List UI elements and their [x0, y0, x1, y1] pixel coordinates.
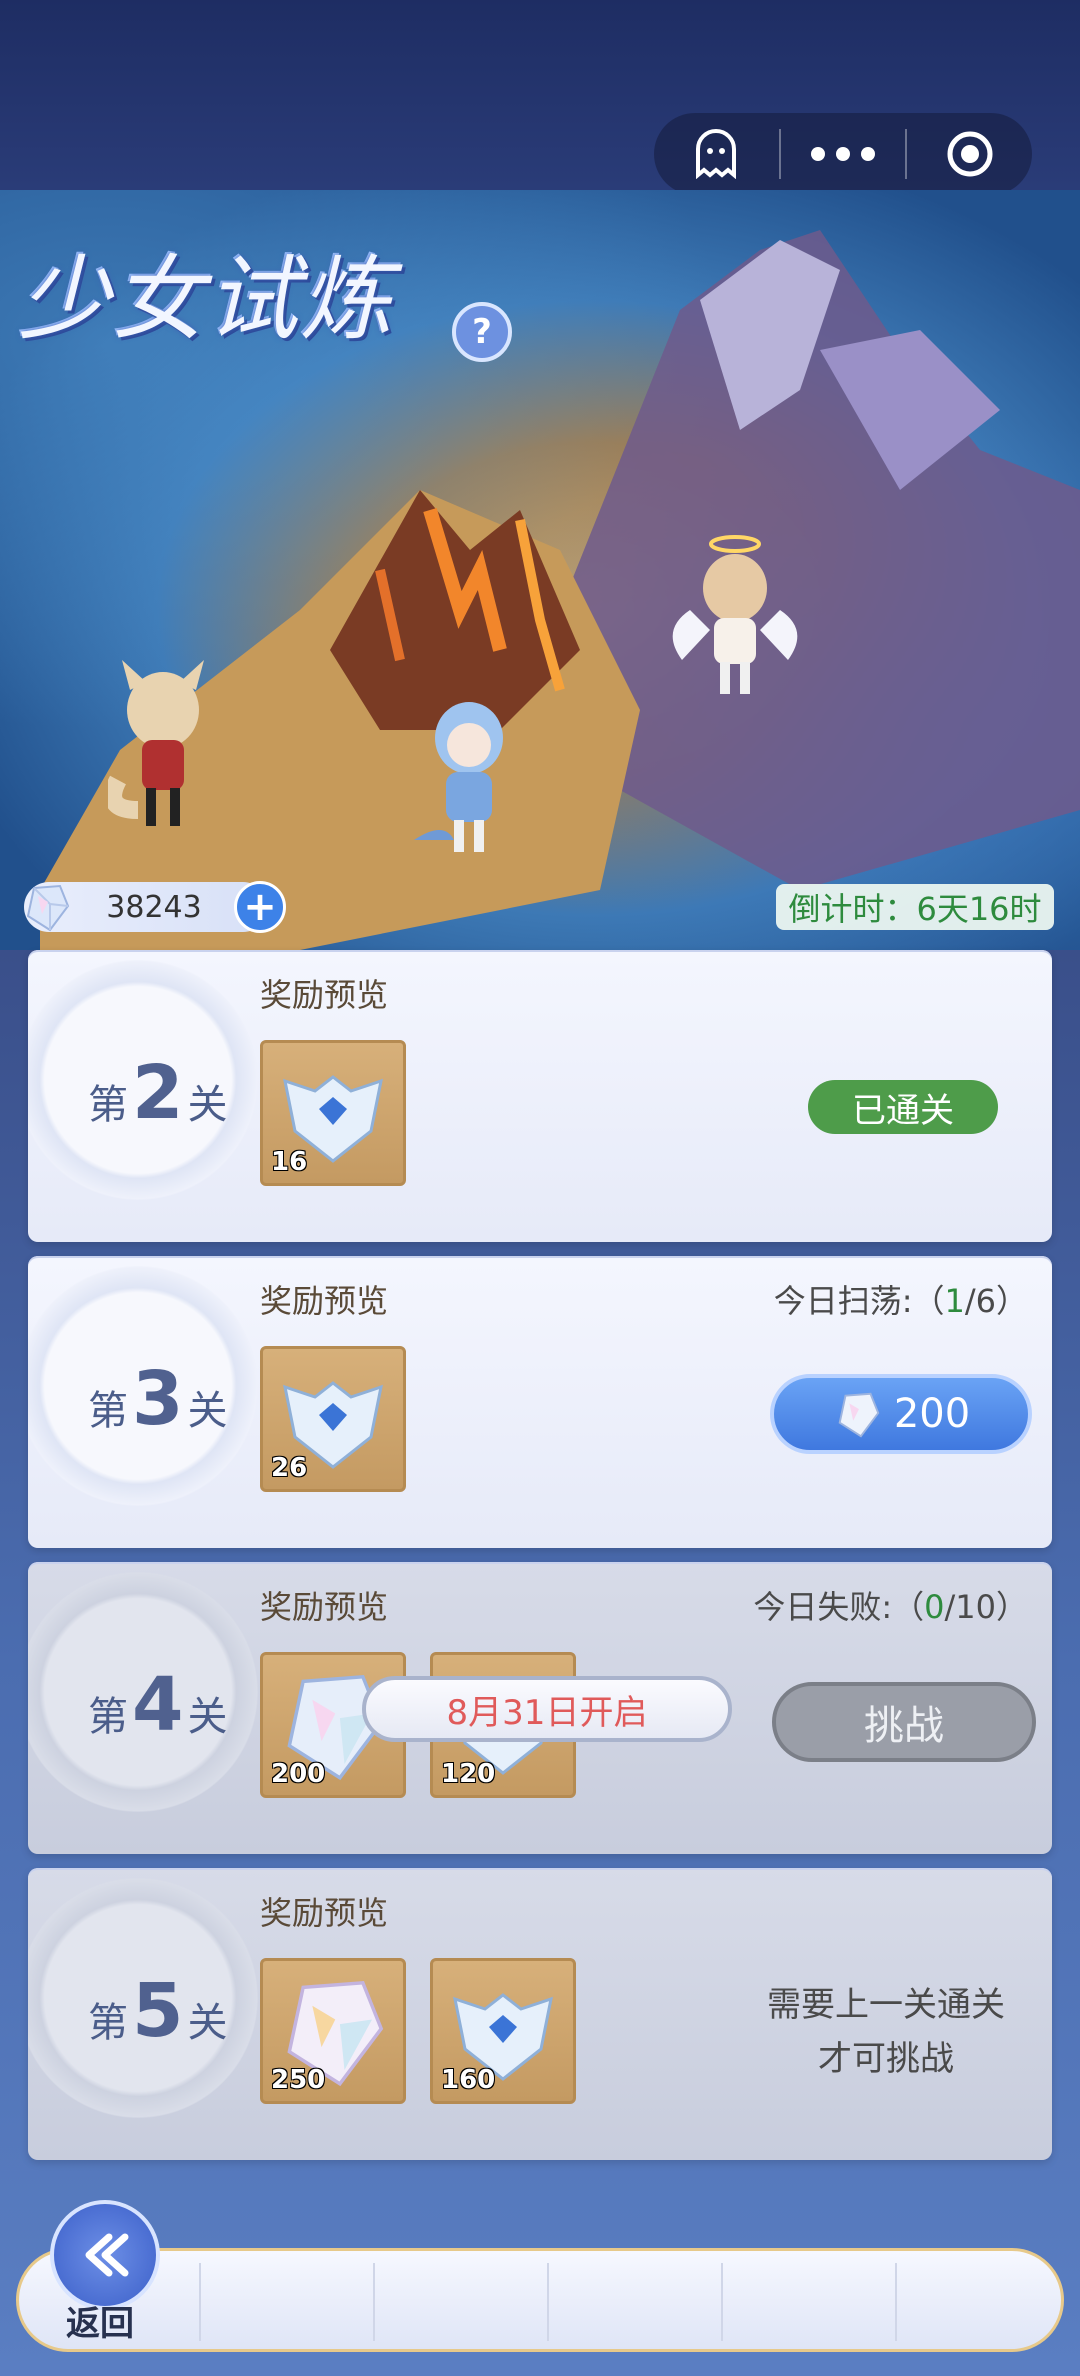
currency-value: 38243: [106, 889, 202, 925]
bar-divider: [895, 2263, 897, 2341]
reward-count: 250: [271, 2065, 326, 2095]
bar-divider: [373, 2263, 375, 2341]
level-prefix: 第: [88, 1694, 128, 1740]
character-fox-girl: [108, 660, 204, 826]
level-suffix: 关: [187, 2000, 228, 2046]
level-card-3: 第 3 关 奖励预览 今日扫荡:（1/6） 26 200: [28, 1256, 1052, 1548]
reward-preview-label: 奖励预览: [260, 1588, 389, 1626]
ghost-icon[interactable]: [654, 113, 779, 195]
reward-item[interactable]: 160: [430, 1958, 576, 2104]
bar-divider: [547, 2263, 549, 2341]
sweep-total: /6）: [964, 1282, 1028, 1320]
back-label[interactable]: 返回: [66, 2296, 134, 2345]
level-number: 第 5 关: [88, 1968, 268, 2054]
level-suffix: 关: [187, 1082, 228, 1128]
add-currency-button[interactable]: +: [234, 881, 286, 933]
bottom-bar: [16, 2248, 1064, 2352]
level-suffix: 关: [187, 1388, 228, 1434]
level-suffix: 关: [187, 1694, 228, 1740]
requirement-line: 需要上一关通关: [767, 1985, 1005, 2025]
challenge-button[interactable]: 挑战: [772, 1682, 1036, 1762]
reward-item[interactable]: 26: [260, 1346, 406, 1492]
bar-divider: [199, 2263, 201, 2341]
character-shark-girl: [414, 702, 503, 852]
level-number: 第 2 关: [88, 1050, 268, 1136]
page-title: 少女试炼: [18, 246, 395, 353]
crystal-icon: [26, 884, 70, 932]
fail-label: 今日失败:（: [753, 1588, 925, 1626]
level-num: 5: [132, 1968, 184, 2054]
level-number: 第 3 关: [88, 1356, 268, 1442]
open-date-notice: 8月31日开启: [362, 1676, 732, 1742]
sweep-button[interactable]: 200: [770, 1374, 1032, 1454]
reward-item[interactable]: 16: [260, 1040, 406, 1186]
level-prefix: 第: [88, 1082, 128, 1128]
reward-preview-label: 奖励预览: [260, 976, 389, 1014]
reward-count: 120: [441, 1759, 496, 1789]
sweep-label: 今日扫荡:（: [773, 1282, 945, 1320]
requirement-text: 需要上一关通关 才可挑战: [736, 1978, 1036, 2086]
mini-program-capsule: [654, 113, 1032, 195]
character-angel-girl: [672, 535, 798, 694]
fail-total: /10）: [944, 1588, 1028, 1626]
back-arrow-icon: [85, 2233, 129, 2277]
reward-preview-label: 奖励预览: [260, 1282, 389, 1320]
reward-count: 160: [441, 2065, 496, 2095]
level-card-5: 第 5 关 奖励预览 250 160 需要上一关通关 才可挑战: [28, 1868, 1052, 2160]
reward-item[interactable]: 250: [260, 1958, 406, 2104]
help-icon[interactable]: ?: [452, 302, 512, 362]
countdown-timer: 倒计时：6天16时: [776, 884, 1054, 930]
reward-count: 16: [271, 1147, 308, 1177]
reward-preview-label: 奖励预览: [260, 1894, 389, 1932]
sweep-value: 1: [944, 1282, 965, 1320]
back-button[interactable]: [50, 2200, 160, 2310]
crystal-icon: [838, 1392, 880, 1438]
level-num: 4: [132, 1662, 184, 1748]
level-num: 3: [132, 1356, 184, 1442]
reward-count: 200: [271, 1759, 326, 1789]
currency-display: 38243 +: [24, 881, 286, 933]
target-icon[interactable]: [907, 113, 1032, 195]
level-prefix: 第: [88, 2000, 128, 2046]
fail-value: 0: [924, 1588, 945, 1626]
bar-divider: [721, 2263, 723, 2341]
reward-count: 26: [271, 1453, 308, 1483]
sweep-cost: 200: [893, 1391, 971, 1437]
level-num: 2: [132, 1050, 184, 1136]
level-card-2: 第 2 关 奖励预览 16 已通关: [28, 950, 1052, 1242]
more-icon[interactable]: [781, 113, 906, 195]
fail-count: 今日失败:（0/10）: [753, 1582, 1028, 1628]
level-prefix: 第: [88, 1388, 128, 1434]
sweep-count: 今日扫荡:（1/6）: [774, 1276, 1028, 1322]
level-number: 第 4 关: [88, 1662, 268, 1748]
cleared-badge: 已通关: [808, 1080, 998, 1134]
requirement-line: 才可挑战: [818, 2039, 954, 2079]
